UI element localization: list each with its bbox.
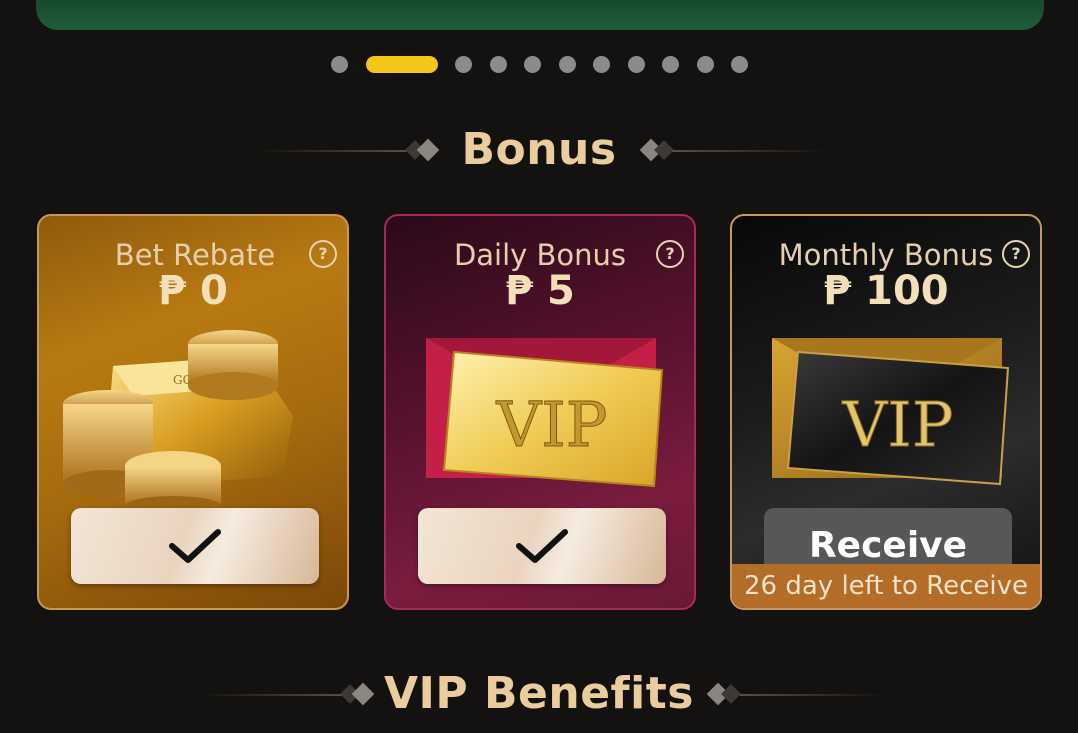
vip-label: VIP — [496, 388, 608, 461]
receive-countdown: 26 day left to Receive — [732, 564, 1040, 608]
bonus-card-daily[interactable]: Daily Bonus ? ₱ 5 VIP — [384, 214, 696, 610]
section-title-vip-benefits: VIP Benefits — [384, 668, 694, 719]
card-amount: ₱ 0 — [158, 268, 228, 314]
help-icon[interactable]: ? — [1002, 240, 1030, 268]
card-title: Daily Bonus — [453, 238, 627, 272]
card-amount: ₱ 100 — [823, 268, 949, 314]
vip-envelope-icon: VIP — [772, 338, 1010, 486]
card-amount: ₱ 5 — [505, 268, 575, 314]
carousel-banner[interactable] — [36, 0, 1044, 30]
carousel-dot[interactable] — [559, 56, 576, 73]
carousel-dot[interactable] — [628, 56, 645, 73]
claimed-button[interactable] — [71, 508, 319, 584]
vip-envelope-icon: VIP — [426, 338, 664, 488]
claimed-button[interactable] — [418, 508, 666, 584]
carousel-dot[interactable] — [490, 56, 507, 73]
carousel-dot[interactable] — [593, 56, 610, 73]
carousel-dot[interactable] — [524, 56, 541, 73]
carousel-dot[interactable] — [697, 56, 714, 73]
carousel-dot-active[interactable] — [366, 56, 438, 73]
card-title: Monthly Bonus — [778, 238, 994, 272]
heading-divider-right — [672, 150, 827, 152]
heading-divider-right — [740, 694, 885, 696]
section-title-bonus: Bonus — [461, 124, 617, 175]
carousel-dot[interactable] — [662, 56, 679, 73]
help-icon[interactable]: ? — [656, 240, 684, 268]
carousel-dot[interactable] — [731, 56, 748, 73]
bonus-card-bet-rebate[interactable]: Bet Rebate ? ₱ 0 GOLD — [37, 214, 349, 610]
help-icon[interactable]: ? — [309, 240, 337, 268]
checkmark-icon — [169, 529, 221, 563]
gold-coins-icon: GOLD — [63, 330, 293, 516]
card-title: Bet Rebate — [114, 238, 276, 272]
carousel-dot[interactable] — [455, 56, 472, 73]
carousel-dot[interactable] — [331, 56, 348, 73]
diamond-ornament-icon — [639, 138, 674, 162]
bonus-card-monthly[interactable]: Monthly Bonus ? ₱ 100 VIP Receive 26 day… — [730, 214, 1042, 610]
vip-label: VIP — [842, 388, 954, 461]
diamond-ornament-icon — [706, 682, 741, 706]
carousel-pagination — [0, 56, 1078, 74]
checkmark-icon — [516, 529, 568, 563]
